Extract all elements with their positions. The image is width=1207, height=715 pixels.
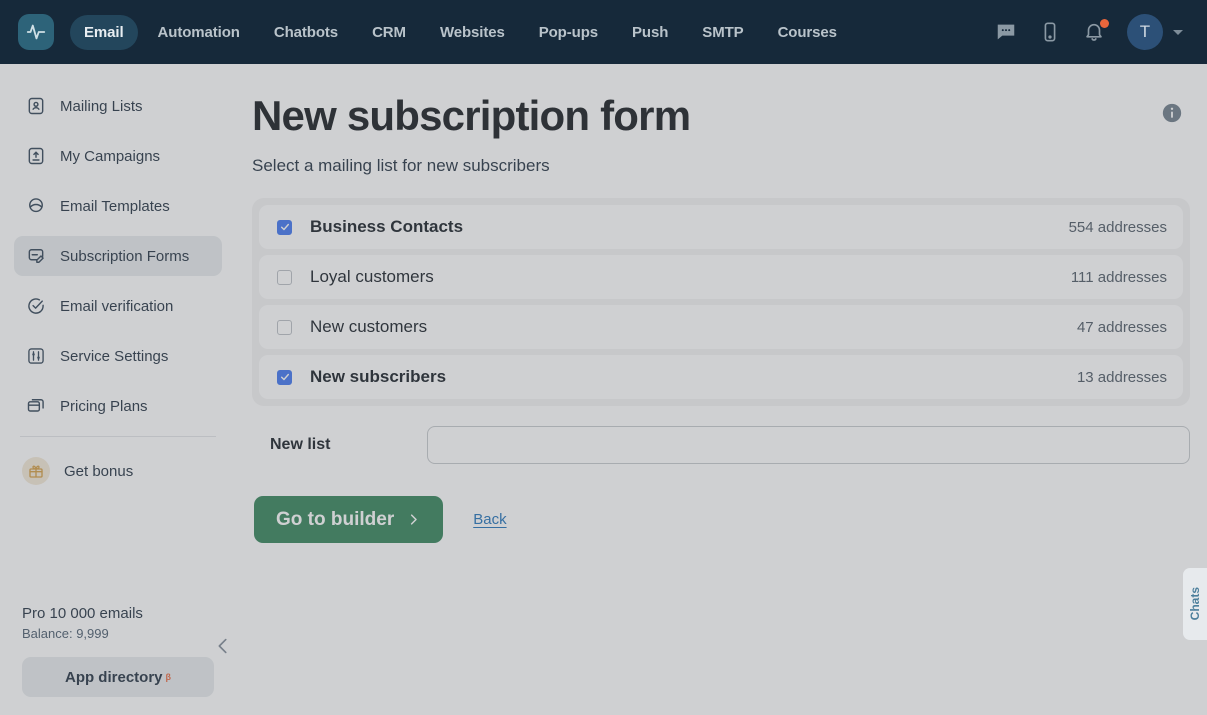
sidebar-item-label: Email verification <box>60 297 174 315</box>
account-balance: Balance: 9,999 <box>22 626 109 641</box>
card-stack-icon <box>27 399 44 412</box>
sidebar-item-my-campaigns[interactable]: My Campaigns <box>14 136 222 176</box>
sidebar-item-label: Subscription Forms <box>60 247 190 265</box>
activity-pulse-icon <box>26 24 46 40</box>
plan-name: Pro 10 000 emails <box>22 605 143 622</box>
sidebar-footer: Pro 10 000 emails Balance: 9,999 App dir… <box>0 605 236 715</box>
nav-item-email[interactable]: Email <box>70 14 138 50</box>
chevron-down-icon[interactable] <box>1173 29 1183 35</box>
page-subtitle: Select a mailing list for new subscriber… <box>252 156 550 176</box>
sidebar-item-label: Email Templates <box>60 197 170 215</box>
check-icon <box>280 374 289 381</box>
mailing-list-row-new-subscribers[interactable]: New subscribers 13 addresses <box>259 355 1183 400</box>
nav-item-smtp[interactable]: SMTP <box>688 15 757 50</box>
form-edit-icon <box>28 249 44 263</box>
chats-tab[interactable]: Chats <box>1183 568 1207 640</box>
new-list-label: New list <box>270 436 331 454</box>
go-to-builder-button[interactable]: Go to builder <box>254 496 444 544</box>
new-list-input[interactable] <box>427 426 1190 465</box>
mailing-list-count: 47 addresses <box>1076 318 1167 336</box>
template-icon <box>29 198 43 213</box>
nav-item-websites[interactable]: Websites <box>426 15 519 50</box>
go-to-builder-label: Go to builder <box>276 508 395 530</box>
upload-box-icon <box>28 147 44 165</box>
nav-item-popups[interactable]: Pop-ups <box>525 15 612 50</box>
mailing-list-checkbox[interactable] <box>277 269 292 285</box>
mailing-list-name: New customers <box>310 317 428 337</box>
app-logo[interactable] <box>18 14 54 50</box>
form-actions: Go to builder Back <box>252 496 1185 544</box>
sidebar-item-pricing-plans[interactable]: Pricing Plans <box>14 386 222 426</box>
check-icon <box>280 224 289 231</box>
mailing-list-name: New subscribers <box>310 367 447 387</box>
chats-tab-label: Chats <box>1188 587 1202 621</box>
sidebar-item-email-verification[interactable]: Email verification <box>14 286 222 326</box>
sidebar-item-label: Pricing Plans <box>60 397 148 415</box>
nav-right-actions: T <box>995 14 1189 50</box>
back-link[interactable]: Back <box>473 511 506 528</box>
sidebar-item-subscription-forms[interactable]: Subscription Forms <box>14 236 222 276</box>
contact-card-icon <box>28 97 44 115</box>
new-list-row: New list <box>252 426 1190 465</box>
nav-item-courses[interactable]: Courses <box>764 15 851 50</box>
sidebar-item-label: Service Settings <box>60 347 169 365</box>
nav-item-push[interactable]: Push <box>618 15 682 50</box>
chat-bubble-icon[interactable] <box>995 21 1017 43</box>
app-directory-label: App directory <box>64 668 163 686</box>
mailing-list-count: 111 addresses <box>1070 268 1167 286</box>
nav-item-automation[interactable]: Automation <box>144 15 254 50</box>
chevron-right-icon <box>411 514 417 525</box>
mailing-list-row-new-customers[interactable]: New customers 47 addresses <box>259 305 1183 350</box>
notification-bell-wrapper[interactable] <box>1083 19 1109 43</box>
nav-item-chatbots[interactable]: Chatbots <box>260 15 352 50</box>
mailing-list-name: Business Contacts <box>310 217 464 237</box>
sidebar-item-label: My Campaigns <box>60 147 161 165</box>
sidebar-divider <box>20 436 216 437</box>
gift-icon-wrapper <box>22 457 50 485</box>
info-circle-icon[interactable] <box>1161 102 1183 124</box>
sliders-icon <box>28 348 44 364</box>
sidebar-item-service-settings[interactable]: Service Settings <box>14 336 222 376</box>
app-root: Email Automation Chatbots CRM Websites P… <box>0 0 1207 715</box>
mailing-list-selector: Business Contacts 554 addresses Loyal cu… <box>252 198 1190 407</box>
mailing-list-count: 13 addresses <box>1076 368 1167 386</box>
sidebar-item-mailing-lists[interactable]: Mailing Lists <box>14 86 222 126</box>
sidebar: Mailing Lists My Campaigns Email Templat… <box>0 64 236 715</box>
sidebar-item-label: Get bonus <box>64 462 134 480</box>
check-circle-icon <box>28 298 44 314</box>
mailing-list-row-business-contacts[interactable]: Business Contacts 554 addresses <box>259 205 1183 250</box>
page-title: New subscription form <box>252 92 691 139</box>
sidebar-item-label: Mailing Lists <box>60 97 143 115</box>
sidebar-item-get-bonus[interactable]: Get bonus <box>14 451 222 491</box>
mailing-list-checkbox[interactable] <box>277 369 292 385</box>
nav-links: Email Automation Chatbots CRM Websites P… <box>70 14 851 50</box>
mailing-list-count: 554 addresses <box>1068 218 1167 236</box>
mailing-list-name: Loyal customers <box>310 267 434 287</box>
top-navigation-bar: Email Automation Chatbots CRM Websites P… <box>0 0 1207 64</box>
mailing-list-checkbox[interactable] <box>277 219 292 235</box>
notification-badge-dot <box>1100 19 1109 28</box>
sidebar-item-email-templates[interactable]: Email Templates <box>14 186 222 226</box>
app-directory-button[interactable]: App directory β <box>22 657 214 697</box>
nav-item-crm[interactable]: CRM <box>358 15 420 50</box>
main-content: New subscription form Select a mailing l… <box>236 64 1207 715</box>
beta-badge: β <box>165 672 172 682</box>
avatar[interactable]: T <box>1127 14 1163 50</box>
gift-icon <box>29 465 43 478</box>
mailing-list-row-loyal-customers[interactable]: Loyal customers 111 addresses <box>259 255 1183 300</box>
mailing-list-checkbox[interactable] <box>277 319 292 335</box>
mobile-device-icon[interactable] <box>1039 21 1061 43</box>
